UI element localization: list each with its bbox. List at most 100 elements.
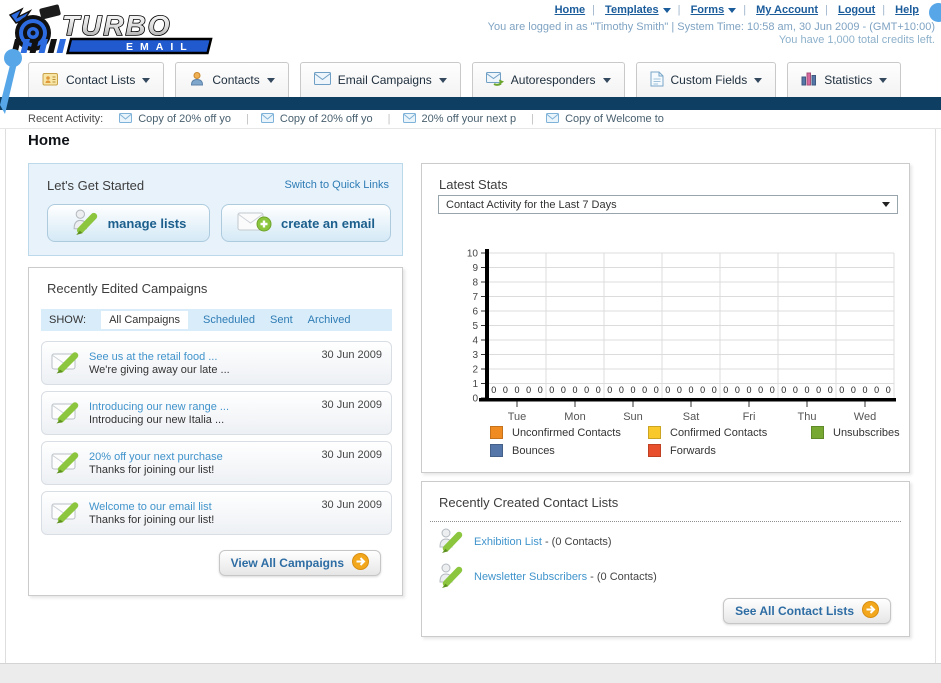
recent-activity-text: Copy of 20% off yo	[138, 113, 231, 125]
campaign-subtitle: Introducing our new Italia ...	[89, 413, 225, 426]
campaign-filters: All Campaigns Scheduled Sent Archived	[101, 311, 350, 329]
legend-item: Confirmed Contacts	[648, 426, 811, 439]
top-nav-label: Home	[554, 4, 586, 16]
campaign-subtitle: We're giving away our late ...	[89, 363, 230, 376]
switch-quick-links-link[interactable]: Switch to Quick Links	[284, 179, 389, 191]
annotation-pin-icon	[0, 49, 22, 114]
campaign-title-link[interactable]: Introducing our new range ...	[89, 401, 313, 413]
page-title: Home	[28, 132, 70, 149]
legend-swatch	[490, 444, 503, 457]
top-nav-item: My Account	[756, 4, 835, 16]
stats-range-select[interactable]: Contact Activity for the Last 7 Days	[438, 195, 898, 214]
email-campaigns-icon	[313, 72, 331, 88]
logo-title: TURBO	[62, 10, 172, 41]
svg-text:3: 3	[472, 350, 478, 361]
campaign-filter-tab[interactable]: Archived	[308, 314, 351, 326]
campaign-row[interactable]: Introducing our new range ... Introducin…	[41, 391, 392, 435]
legend-label: Unsubscribes	[833, 426, 900, 439]
campaign-edit-icon	[51, 348, 81, 378]
svg-text:0: 0	[630, 385, 635, 395]
legend-label: Bounces	[512, 444, 555, 457]
latest-stats-title: Latest Stats	[439, 177, 508, 192]
nav-tab[interactable]: Autoresponders	[471, 62, 625, 97]
top-nav-link[interactable]: My Account	[756, 4, 818, 16]
manage-lists-button[interactable]: manage lists	[47, 204, 210, 242]
contact-list-row[interactable]: Exhibition List - (0 Contacts)	[438, 528, 657, 556]
chevron-down-icon	[882, 202, 890, 207]
nav-tab[interactable]: Email Campaigns	[299, 62, 461, 97]
contact-list-text: Exhibition List - (0 Contacts)	[474, 536, 612, 548]
recent-activity-link[interactable]: Copy of Welcome to	[546, 112, 664, 126]
campaign-title-link[interactable]: 20% off your next purchase	[89, 451, 313, 463]
svg-text:6: 6	[472, 307, 478, 318]
chevron-down-icon	[142, 77, 151, 83]
svg-text:0: 0	[607, 385, 612, 395]
campaign-filter-tab[interactable]: Sent	[270, 314, 293, 326]
top-nav-item: Forms	[691, 4, 753, 16]
top-nav-label: Logout	[837, 4, 876, 16]
chevron-down-icon	[662, 7, 671, 13]
nav-tab[interactable]: Statistics	[787, 62, 902, 97]
top-nav-item: Templates	[605, 4, 687, 16]
svg-text:Mon: Mon	[564, 411, 585, 423]
legend-swatch	[811, 426, 824, 439]
see-all-contact-lists-button[interactable]: See All Contact Lists	[723, 598, 891, 624]
chevron-down-icon	[602, 77, 611, 83]
contact-list-row[interactable]: Newsletter Subscribers - (0 Contacts)	[438, 563, 657, 591]
top-nav-link[interactable]: Help	[895, 4, 919, 16]
chevron-down-icon	[266, 77, 275, 83]
turbo-logo[interactable]: TURBO EMAIL	[6, 3, 246, 60]
chevron-down-icon	[728, 7, 737, 13]
svg-text:Tue: Tue	[508, 411, 527, 423]
legend-item: Unconfirmed Contacts	[490, 426, 648, 439]
svg-text:0: 0	[874, 385, 879, 395]
arrow-circle-icon	[862, 601, 879, 621]
campaign-list: See us at the retail food ... We're givi…	[41, 341, 392, 535]
top-nav-link[interactable]: Logout	[838, 4, 875, 16]
nav-tab-label: Contact Lists	[66, 73, 136, 87]
logo-subtitle: EMAIL	[126, 41, 194, 53]
list-edit-icon	[438, 562, 463, 592]
svg-text:0: 0	[839, 385, 844, 395]
svg-text:0: 0	[688, 385, 693, 395]
chevron-down-icon	[438, 77, 447, 83]
nav-tab[interactable]: Custom Fields	[635, 62, 777, 97]
recent-activity-link[interactable]: Copy of 20% off yo	[119, 112, 258, 126]
campaign-filter-bar: SHOW: All Campaigns Scheduled Sent Archived	[41, 309, 392, 331]
view-all-campaigns-button[interactable]: View All Campaigns	[218, 550, 381, 576]
svg-text:0: 0	[503, 385, 508, 395]
campaign-date: 30 Jun 2009	[321, 399, 382, 411]
top-nav-link[interactable]: Forms	[691, 4, 737, 16]
campaign-row[interactable]: 20% off your next purchase Thanks for jo…	[41, 441, 392, 485]
svg-text:2: 2	[472, 365, 478, 376]
campaign-filter-tab[interactable]: All Campaigns	[101, 311, 188, 329]
contacts-icon	[189, 71, 205, 90]
turbo-email-dashboard: TURBO EMAIL Home Templates Forms My Acco…	[0, 0, 941, 683]
campaign-title-link[interactable]: See us at the retail food ...	[89, 351, 313, 363]
svg-text:Sat: Sat	[683, 411, 700, 423]
campaign-row[interactable]: See us at the retail food ... We're givi…	[41, 341, 392, 385]
campaigns-panel: Recently Edited Campaigns SHOW: All Camp…	[28, 267, 403, 596]
contact-list-text: Newsletter Subscribers - (0 Contacts)	[474, 571, 657, 583]
show-label: SHOW:	[49, 314, 87, 326]
campaign-title-link[interactable]: Welcome to our email list	[89, 501, 313, 513]
svg-text:0: 0	[735, 385, 740, 395]
campaign-filter-tab[interactable]: Scheduled	[203, 314, 255, 326]
svg-text:0: 0	[584, 385, 589, 395]
svg-text:0: 0	[472, 394, 478, 405]
top-nav-link[interactable]: Home	[555, 4, 586, 16]
create-email-button[interactable]: create an email	[221, 204, 391, 242]
recent-activity-link[interactable]: Copy of 20% off yo	[260, 112, 400, 126]
top-nav-link[interactable]: Templates	[605, 4, 671, 16]
contact-list-link[interactable]: Exhibition List	[474, 536, 542, 548]
statistics-icon	[801, 71, 817, 89]
campaign-row[interactable]: Welcome to our email list Thanks for joi…	[41, 491, 392, 535]
svg-text:0: 0	[758, 385, 763, 395]
nav-tab[interactable]: Contact Lists	[28, 62, 165, 97]
svg-text:0: 0	[886, 385, 891, 395]
recent-activity-link[interactable]: 20% off your next p	[402, 112, 543, 126]
contact-list-count: - (0 Contacts)	[544, 536, 612, 548]
contact-list-link[interactable]: Newsletter Subscribers	[474, 571, 587, 583]
nav-tab[interactable]: Contacts	[175, 62, 289, 97]
svg-text:0: 0	[572, 385, 577, 395]
